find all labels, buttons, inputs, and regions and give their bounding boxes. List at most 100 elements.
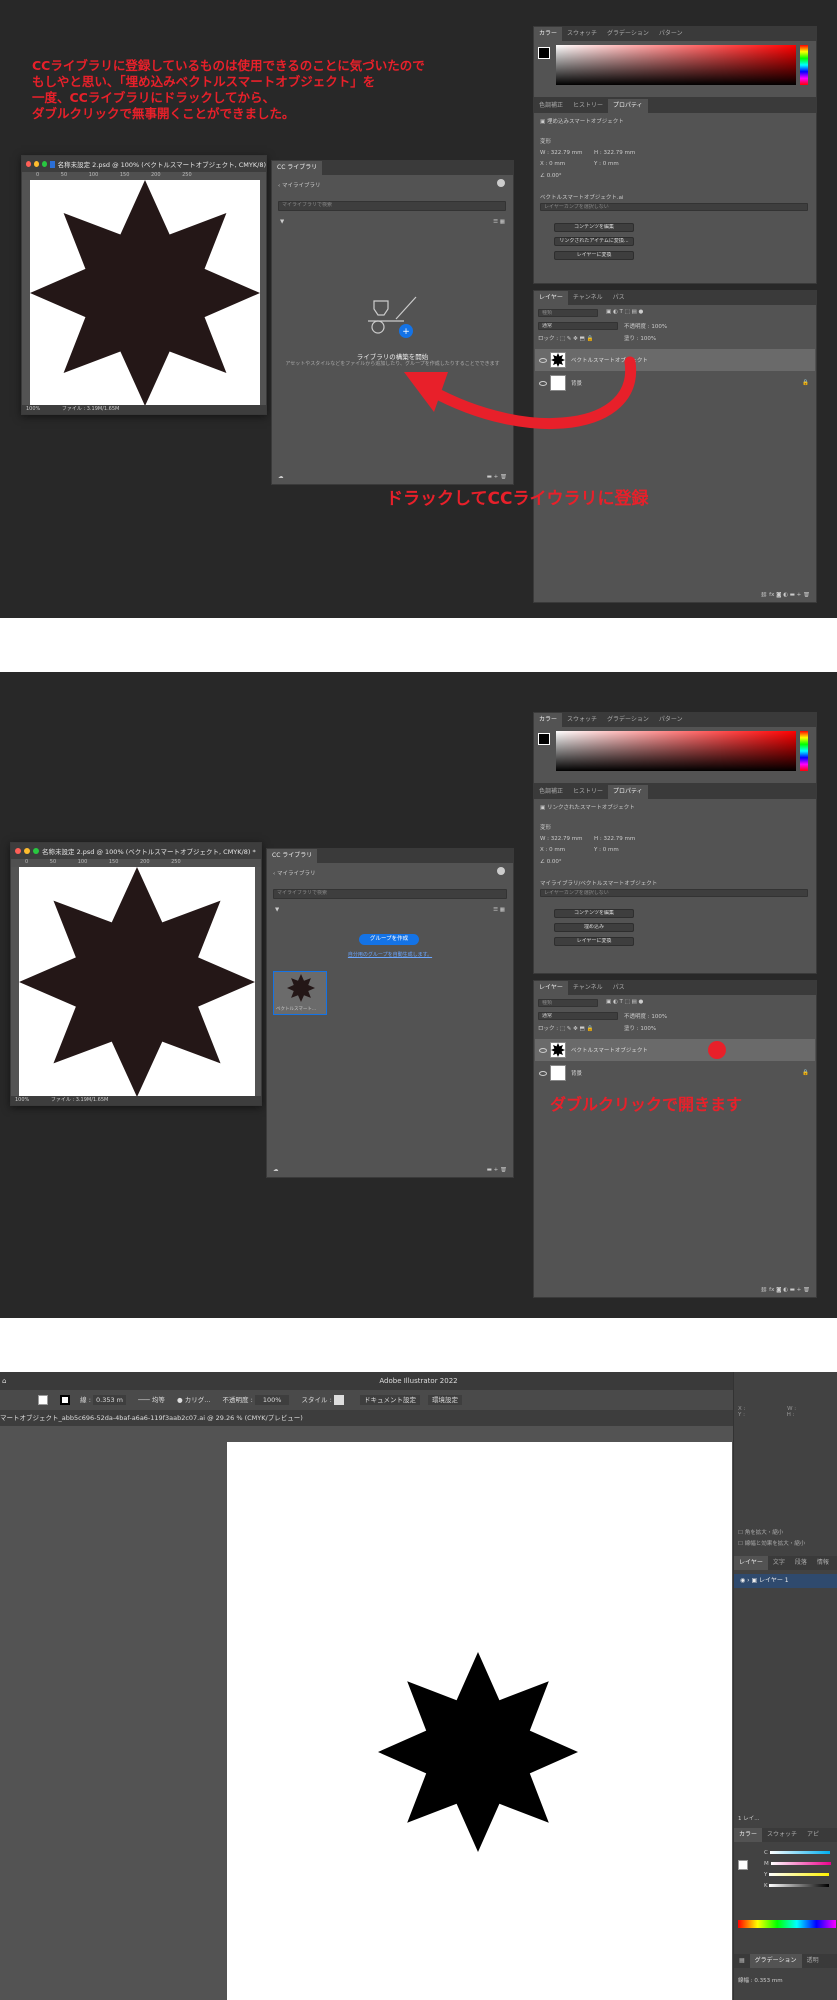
create-group-button[interactable]: グループを作成 — [359, 934, 419, 945]
canvas[interactable] — [19, 867, 255, 1097]
height-value[interactable]: H : 322.79 mm — [594, 150, 635, 156]
tab-channels[interactable]: チャンネル — [568, 291, 608, 305]
tab-paragraph[interactable]: 段落 — [790, 1556, 812, 1570]
document-tab[interactable]: マートオブジェクト_abb5c696-52da-4baf-a6a6-119f3a… — [0, 1414, 303, 1422]
tab-channels[interactable]: チャンネル — [568, 981, 608, 995]
foreground-color-swatch[interactable] — [538, 47, 550, 59]
tab-gradient[interactable]: グラデーション — [749, 1954, 802, 1968]
tab-swatches[interactable]: スウォッチ — [562, 27, 602, 41]
document-titlebar[interactable]: 名称未設定 2.psd @ 100% (ベクトルスマートオブジェクト, CMYK… — [11, 843, 261, 859]
properties-panel[interactable]: 色調補正 ヒストリー プロパティ ▣ 埋め込みスマートオブジェクト 変形 W :… — [533, 98, 817, 284]
transform-fields[interactable]: X : W : Y : H : — [738, 1406, 796, 1418]
tab-swatches[interactable]: スウォッチ — [762, 1828, 802, 1842]
angle-field[interactable]: ∠ 0.00° — [540, 173, 562, 179]
visibility-eye-icon[interactable]: ◉ — [740, 1577, 745, 1584]
preferences-button[interactable]: 環境設定 — [428, 1395, 463, 1405]
tab-paths[interactable]: パス — [608, 291, 630, 305]
view-toggle-icon[interactable]: ☰ ▦ — [493, 219, 505, 225]
y-value[interactable]: Y : 0 mm — [594, 847, 619, 853]
tab-cc-libraries[interactable]: CC ライブラリ — [267, 849, 318, 863]
stroke-swatch[interactable] — [60, 1395, 71, 1405]
tab-pattern[interactable]: パターン — [654, 713, 688, 727]
color-picker-field[interactable] — [556, 45, 796, 85]
layer-filter-select[interactable]: 種類 — [538, 309, 598, 317]
layer-row-background[interactable]: 背景 🔒 — [535, 1062, 815, 1084]
tab-adjustments[interactable]: 色調補正 — [534, 99, 568, 113]
tab-pattern[interactable]: パターン — [654, 27, 688, 41]
edit-contents-button[interactable]: コンテンツを編集 — [554, 909, 634, 918]
tab-properties[interactable]: プロパティ — [608, 99, 648, 113]
tab-appearance[interactable]: アピ — [802, 1828, 824, 1842]
panel-menu-icon[interactable]: ▦ — [734, 1954, 750, 1968]
stroke-profile-select[interactable]: 均等 — [152, 1396, 165, 1404]
hue-slider[interactable] — [800, 731, 808, 771]
color-panel[interactable]: カラー スウォッチ グラデーション パターン — [533, 26, 817, 98]
document-settings-button[interactable]: ドキュメント設定 — [359, 1395, 420, 1405]
tab-gradient[interactable]: グラデーション — [602, 27, 654, 41]
tab-history[interactable]: ヒストリー — [568, 99, 608, 113]
height-value[interactable]: H : 322.79 mm — [594, 836, 635, 842]
angle-field[interactable]: ∠ 0.00° — [540, 859, 562, 865]
home-icon[interactable]: ⌂ — [2, 1372, 6, 1390]
properties-panel[interactable]: 色調補正 ヒストリー プロパティ ▣ リンクされたスマートオブジェクト 変形 W… — [533, 784, 817, 974]
layers-panel[interactable]: レイヤー チャンネル パス 種類 ▣ ◐ T ⬚ ▤ ● 通常 不透明度 : 1… — [533, 980, 817, 1298]
account-icon[interactable] — [497, 867, 505, 875]
tab-paths[interactable]: パス — [608, 981, 630, 995]
layer-filter-icons[interactable]: ▣ ◐ T ⬚ ▤ ● — [606, 309, 643, 315]
tab-layers[interactable]: レイヤー — [534, 291, 568, 305]
brush-select[interactable]: カリグ... — [185, 1396, 211, 1404]
layer-filter-icons[interactable]: ▣ ◐ T ⬚ ▤ ● — [606, 999, 643, 1005]
blend-mode-select[interactable]: 通常 — [538, 1012, 618, 1020]
lock-controls[interactable]: ロック : ⬚ ✎ ✥ ⬒ 🔒 — [538, 334, 593, 342]
library-back-link[interactable]: ‹ マイライブラリ — [273, 869, 315, 877]
color-picker-field[interactable] — [556, 731, 796, 771]
color-spectrum[interactable] — [738, 1920, 836, 1928]
stroke-weight-field[interactable]: 0.353 m — [93, 1395, 127, 1405]
fill-swatch[interactable] — [38, 1395, 48, 1405]
tab-properties[interactable]: プロパティ — [608, 785, 648, 799]
stroke-weight-row[interactable]: 線幅 : 0.353 mm — [738, 1976, 783, 1984]
fill-field[interactable]: 塗り : 100% — [624, 1024, 656, 1032]
tab-color[interactable]: カラー — [534, 713, 563, 727]
x-value[interactable]: X : 0 mm — [540, 161, 565, 167]
stroke-weight-value[interactable]: 0.353 mm — [754, 1978, 782, 1984]
opacity-field[interactable]: 100% — [254, 1395, 290, 1405]
library-footer-actions[interactable]: ▬ + 🗑 — [487, 474, 507, 480]
layer-row-smart-object[interactable]: ベクトルスマートオブジェクト — [535, 1039, 815, 1061]
tab-transparency[interactable]: 透明 — [802, 1954, 824, 1968]
layer-name[interactable]: ベクトルスマートオブジェクト — [571, 1046, 648, 1054]
layer-filter-select[interactable]: 種類 — [538, 999, 598, 1007]
lock-controls[interactable]: ロック : ⬚ ✎ ✥ ⬒ 🔒 — [538, 1024, 593, 1032]
tab-adjustments[interactable]: 色調補正 — [534, 785, 568, 799]
document-titlebar[interactable]: 名称未設定 2.psd @ 100% (ベクトルスマートオブジェクト, CMYK… — [22, 156, 266, 172]
library-back-link[interactable]: ‹ マイライブラリ — [278, 181, 320, 189]
visibility-eye-icon[interactable] — [539, 1047, 547, 1053]
hue-slider[interactable] — [800, 45, 808, 85]
convert-to-layers-button[interactable]: レイヤーに変換 — [554, 251, 634, 260]
right-panel-dock[interactable]: X : W : Y : H : ☐ 角を拡大・縮小 ☐ 線幅と効果を拡大・縮小 … — [733, 1372, 837, 2000]
tab-color[interactable]: カラー — [734, 1828, 763, 1842]
convert-to-linked-button[interactable]: リンクされたアイテムに変換... — [554, 237, 634, 246]
blend-mode-select[interactable]: 通常 — [538, 322, 618, 330]
tab-layers[interactable]: レイヤー — [734, 1556, 768, 1570]
width-value[interactable]: W : 322.79 mm — [540, 150, 583, 156]
cloud-icon[interactable]: ☁ — [273, 1167, 279, 1173]
tab-gradient[interactable]: グラデーション — [602, 713, 654, 727]
opacity-field[interactable]: 不透明度 : 100% — [624, 322, 667, 330]
layers-footer-actions[interactable]: ⛓ fx ◙ ◐ ▬ + 🗑 — [760, 1287, 810, 1293]
yellow-slider[interactable] — [769, 1873, 830, 1876]
layer-comp-select[interactable]: レイヤーカンプを選択しない — [540, 203, 808, 211]
x-value[interactable]: X : 0 mm — [540, 847, 565, 853]
y-value[interactable]: Y : 0 mm — [594, 161, 619, 167]
visibility-eye-icon[interactable] — [539, 1070, 547, 1076]
layer-comp-select[interactable]: レイヤーカンプを選択しない — [540, 889, 808, 897]
filter-icon[interactable]: ▼ — [280, 219, 284, 225]
library-search-input[interactable]: マイライブラリで検索 — [278, 201, 506, 211]
style-swatch[interactable] — [333, 1395, 344, 1405]
scale-corners-checkbox[interactable]: ☐ 角を拡大・縮小 — [738, 1528, 783, 1536]
view-toggle-icon[interactable]: ☰ ▦ — [493, 907, 505, 913]
tab-layers[interactable]: レイヤー — [534, 981, 568, 995]
document-window[interactable]: 名称未設定 2.psd @ 100% (ベクトルスマートオブジェクト, CMYK… — [21, 155, 267, 415]
cyan-slider[interactable] — [769, 1851, 830, 1854]
tab-history[interactable]: ヒストリー — [568, 785, 608, 799]
